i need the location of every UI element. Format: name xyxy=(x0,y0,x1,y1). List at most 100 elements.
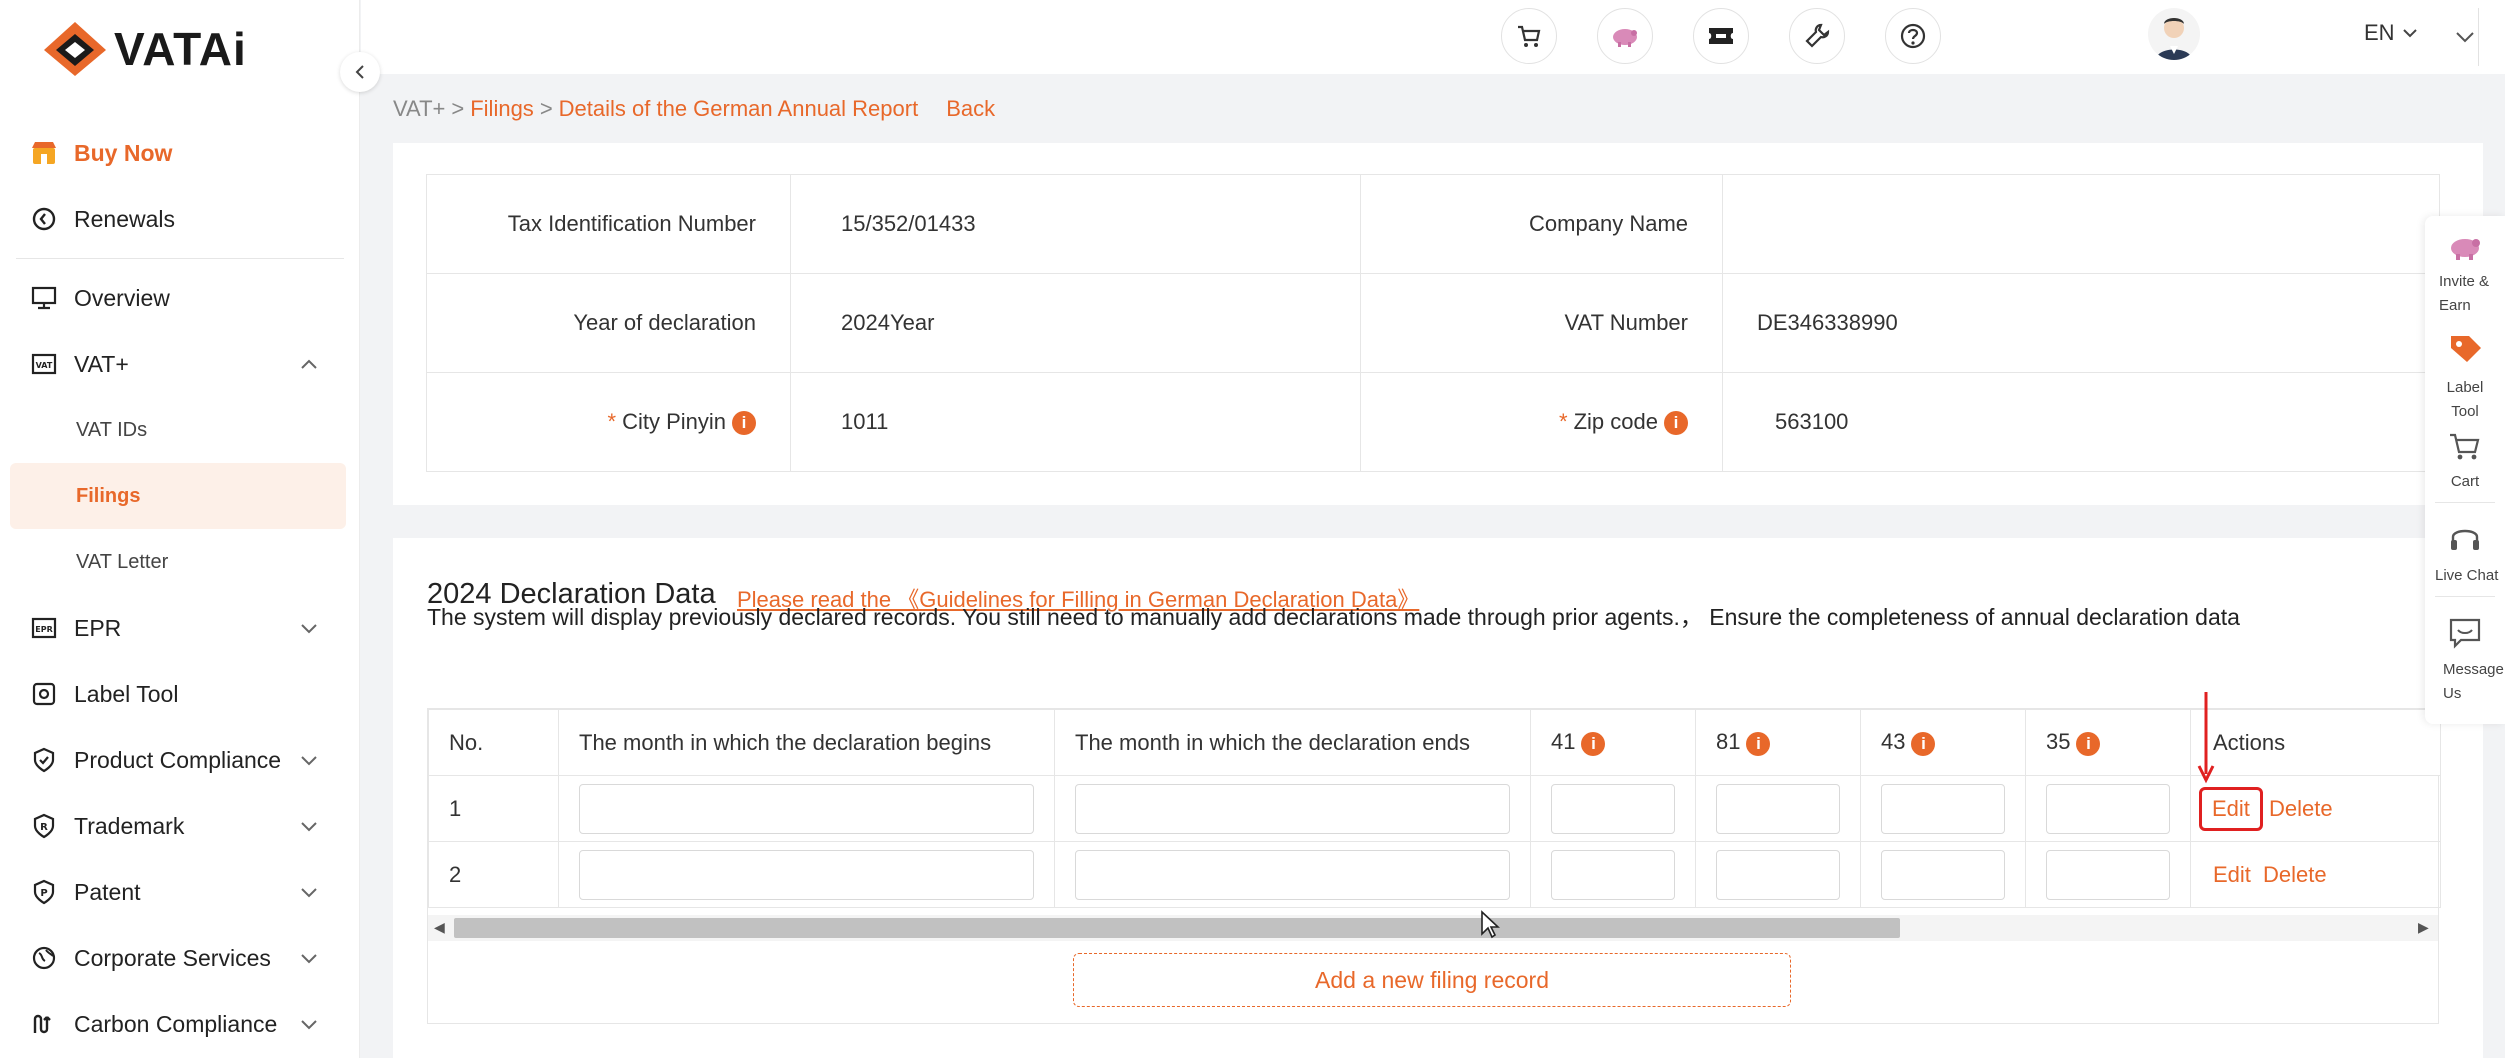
sidebar: VATAi Buy Now Renewals Overview VAT VAT+… xyxy=(0,0,360,1058)
divider xyxy=(2435,502,2495,503)
sidebar-sub-vat-ids[interactable]: VAT IDs xyxy=(0,397,360,463)
edit-button[interactable]: Edit xyxy=(2213,862,2251,887)
cart-button[interactable] xyxy=(1501,8,1557,64)
begin-month-input[interactable] xyxy=(579,783,1034,834)
begin-month-input[interactable] xyxy=(579,849,1034,900)
sidebar-item-label: Overview xyxy=(74,284,170,311)
sidebar-sub-vat-letter[interactable]: VAT Letter xyxy=(0,529,360,595)
sidebar-item-renewals[interactable]: Renewals xyxy=(0,186,360,252)
sidebar-item-buy-now[interactable]: Buy Now xyxy=(0,120,360,186)
table-row: 1 Edit Delete xyxy=(428,775,2441,842)
declaration-description-text: The system will display previously decla… xyxy=(427,604,2240,630)
delete-button[interactable]: Delete xyxy=(2263,862,2327,887)
sidebar-item-patent[interactable]: P Patent xyxy=(0,859,360,925)
logo[interactable]: VATAi xyxy=(42,20,247,78)
field-43-input[interactable] xyxy=(1881,783,2005,834)
breadcrumb-filings[interactable]: Filings xyxy=(470,96,534,121)
begin-month-cell xyxy=(558,841,1055,908)
end-month-cell xyxy=(1054,841,1531,908)
sidebar-item-label-tool[interactable]: Label Tool xyxy=(0,661,360,727)
language-selector[interactable]: EN xyxy=(2364,20,2419,46)
chevron-down-icon xyxy=(301,1020,317,1030)
message-us-item[interactable]: Message Us xyxy=(2425,616,2505,706)
table-row: 2 Edit Delete xyxy=(428,841,2441,908)
info-icon[interactable]: i xyxy=(732,411,756,436)
invite-button[interactable] xyxy=(1597,8,1653,64)
account-menu-chevron-icon[interactable] xyxy=(2452,24,2478,50)
scroll-right-icon[interactable]: ▶ xyxy=(2418,919,2429,936)
col-43: 43 i xyxy=(1860,709,2026,776)
required-marker: * xyxy=(607,408,617,434)
back-link[interactable]: Back xyxy=(946,96,995,121)
sidebar-item-label: Product Compliance xyxy=(74,746,282,773)
end-month-input[interactable] xyxy=(1075,849,1510,900)
tools-button[interactable] xyxy=(1789,8,1845,64)
sidebar-item-label: Buy Now xyxy=(74,139,173,166)
zip-code-cell: * Zip code i xyxy=(1360,372,1723,472)
sidebar-item-product-compliance[interactable]: Product Compliance xyxy=(0,727,360,793)
sidebar-item-vat[interactable]: VAT VAT+ xyxy=(0,331,360,397)
chevron-down-icon xyxy=(301,954,317,964)
collapse-sidebar-button[interactable] xyxy=(340,52,380,92)
label-tool-label: Label Tool xyxy=(2446,379,2484,420)
add-filing-record-button[interactable]: Add a new filing record xyxy=(1073,953,1791,1007)
language-label: EN xyxy=(2364,20,2395,45)
info-icon[interactable]: i xyxy=(1581,731,1606,756)
scroll-left-icon[interactable]: ◀ xyxy=(434,919,445,936)
chevron-up-icon xyxy=(301,359,317,369)
breadcrumb-root[interactable]: VAT+ xyxy=(393,96,445,121)
col-35: 35 i xyxy=(2025,709,2191,776)
sidebar-item-trademark[interactable]: R Trademark xyxy=(0,793,360,859)
label-icon xyxy=(28,678,60,710)
headset-icon xyxy=(2451,529,2479,550)
declaration-table: No. The month in which the declaration b… xyxy=(428,709,2441,908)
sidebar-item-label: Carbon Compliance xyxy=(74,1010,278,1037)
scrollbar-thumb[interactable] xyxy=(454,918,1900,938)
field-81-cell xyxy=(1695,775,1861,842)
message-us-label: Message Us xyxy=(2443,661,2504,702)
sidebar-sub-filings[interactable]: Filings xyxy=(10,463,346,529)
sidebar-item-epr[interactable]: EPR EPR xyxy=(0,595,360,661)
info-icon[interactable]: i xyxy=(1911,731,1936,756)
sidebar-item-carbon-compliance[interactable]: Carbon Compliance xyxy=(0,991,360,1057)
chevron-down-icon xyxy=(301,822,317,832)
live-chat-item[interactable]: Live Chat xyxy=(2425,522,2505,588)
divider xyxy=(2478,8,2479,66)
ticket-button[interactable] xyxy=(1693,8,1749,64)
end-month-input[interactable] xyxy=(1075,783,1510,834)
info-icon[interactable]: i xyxy=(1746,731,1771,756)
chevron-down-icon xyxy=(301,888,317,898)
edit-button[interactable]: Edit xyxy=(2212,796,2250,821)
row-number: 1 xyxy=(428,775,559,842)
field-35-input[interactable] xyxy=(2046,849,2170,900)
piggy-icon xyxy=(2451,239,2480,260)
invite-earn-item[interactable]: Invite & Earn xyxy=(2425,232,2505,318)
field-43-input[interactable] xyxy=(1881,849,2005,900)
delete-button[interactable]: Delete xyxy=(2269,796,2333,821)
field-81-input[interactable] xyxy=(1716,783,1840,834)
red-arrow-annotation-icon xyxy=(2197,692,2215,784)
cart-item[interactable]: Cart xyxy=(2425,430,2505,494)
field-41-input[interactable] xyxy=(1551,783,1675,834)
info-icon[interactable]: i xyxy=(2076,731,2101,756)
help-button[interactable] xyxy=(1885,8,1941,64)
chevron-down-icon xyxy=(301,624,317,634)
message-icon xyxy=(2449,618,2481,649)
epr-icon: EPR xyxy=(28,612,60,644)
field-81-input[interactable] xyxy=(1716,849,1840,900)
info-icon[interactable]: i xyxy=(1664,411,1688,436)
field-35-input[interactable] xyxy=(2046,783,2170,834)
zip-code-label: Zip code xyxy=(1573,408,1658,434)
floating-side-panel: Invite & Earn Label Tool Cart Live Chat … xyxy=(2425,216,2505,724)
city-pinyin-cell: * City Pinyin i xyxy=(426,372,791,472)
sidebar-item-overview[interactable]: Overview xyxy=(0,265,360,331)
horizontal-scrollbar[interactable]: ◀ ▶ xyxy=(428,915,2438,941)
cart-icon xyxy=(1518,25,1541,47)
tin-label: Tax Identification Number xyxy=(426,174,791,274)
sidebar-item-corporate-services[interactable]: Corporate Services xyxy=(0,925,360,991)
year-value: 2024Year xyxy=(790,273,1361,373)
avatar[interactable] xyxy=(2148,8,2200,60)
label-tool-item[interactable]: Label Tool xyxy=(2425,330,2505,424)
col-begin-month: The month in which the declaration begin… xyxy=(558,709,1055,776)
field-41-input[interactable] xyxy=(1551,849,1675,900)
